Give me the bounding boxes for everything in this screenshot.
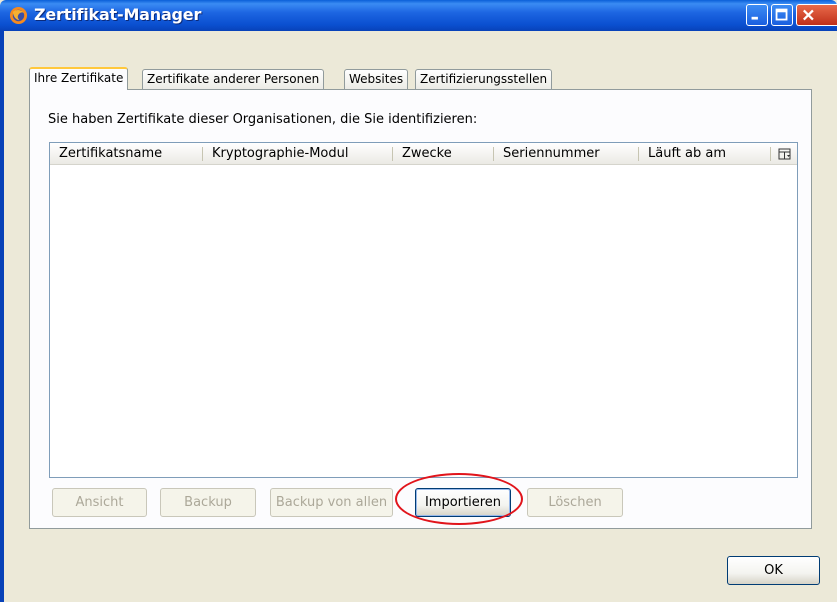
certificate-manager-window: Zertifikat-Manager Ihre Zertifikate Zert… <box>0 0 837 602</box>
column-header-serial[interactable]: Seriennummer <box>494 143 638 165</box>
close-icon <box>803 9 814 21</box>
list-header: Zertifikatsname Kryptographie-Modul Zwec… <box>50 143 797 165</box>
column-header-module[interactable]: Kryptographie-Modul <box>203 143 392 165</box>
firefox-icon <box>9 6 28 25</box>
backup-button[interactable]: Backup <box>160 488 256 517</box>
column-header-purposes[interactable]: Zwecke <box>393 143 493 165</box>
tab-certificate-authorities[interactable]: Zertifizierungsstellen <box>415 69 553 89</box>
column-header-expires[interactable]: Läuft ab am <box>639 143 769 165</box>
window-border <box>0 31 4 602</box>
intro-text: Sie haben Zertifikate dieser Organisatio… <box>48 112 478 127</box>
view-button[interactable]: Ansicht <box>52 488 147 517</box>
backup-all-button[interactable]: Backup von allen <box>270 488 393 517</box>
tab-other-people-certificates[interactable]: Zertifikate anderer Personen <box>142 69 325 89</box>
column-header-name[interactable]: Zertifikatsname <box>50 143 202 165</box>
maximize-button[interactable] <box>771 4 793 26</box>
tab-your-certificates[interactable]: Ihre Zertifikate <box>29 67 129 90</box>
delete-button[interactable]: Löschen <box>527 488 623 517</box>
minimize-icon <box>751 16 758 20</box>
tab-websites[interactable]: Websites <box>344 69 409 89</box>
maximize-icon <box>775 8 788 21</box>
column-divider[interactable] <box>770 147 771 161</box>
minimize-button[interactable] <box>746 4 768 26</box>
window-title: Zertifikat-Manager <box>34 5 202 24</box>
certificate-list[interactable]: Zertifikatsname Kryptographie-Modul Zwec… <box>49 142 798 478</box>
title-bar[interactable]: Zertifikat-Manager <box>0 0 837 31</box>
column-picker-icon[interactable] <box>777 146 793 162</box>
ok-button[interactable]: OK <box>727 556 820 585</box>
highlight-circle <box>395 473 523 525</box>
close-button[interactable] <box>796 4 837 26</box>
